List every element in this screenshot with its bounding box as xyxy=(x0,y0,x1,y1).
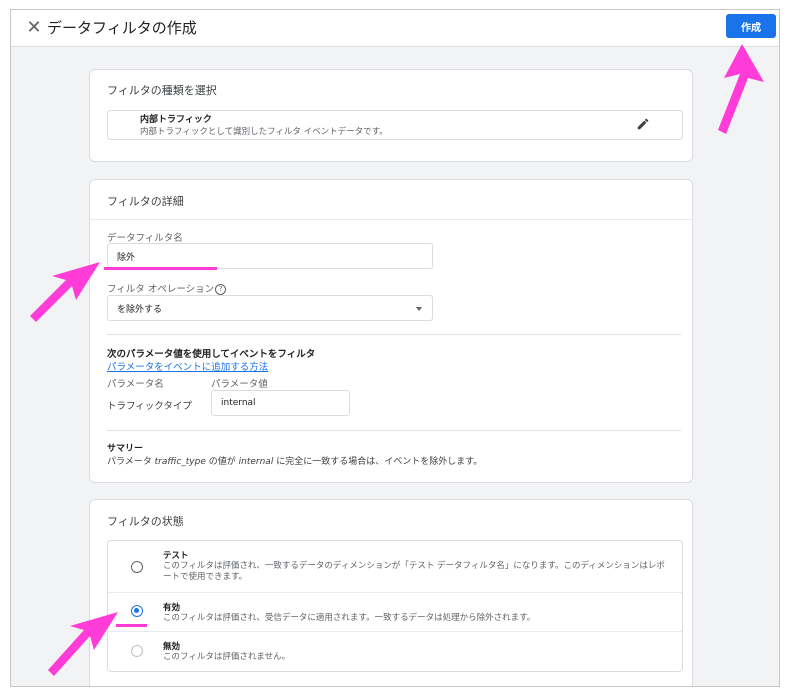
filter-operation-value: を除外する xyxy=(117,304,163,315)
filter-details-card-title: フィルタの詳細 xyxy=(107,195,184,208)
help-icon[interactable]: ? xyxy=(215,284,227,295)
status-option-title: 無効 xyxy=(163,642,181,652)
section-divider xyxy=(107,430,681,431)
filter-status-card-title: フィルタの状態 xyxy=(107,515,184,528)
summary-title: サマリー xyxy=(107,444,144,454)
params-help-link[interactable]: パラメータをイベントに追加する方法 xyxy=(107,359,268,373)
summary-mid: の値が xyxy=(205,457,239,467)
filter-name-label: データフィルタ名 xyxy=(107,233,183,244)
card-divider xyxy=(90,219,692,220)
annotation-underline xyxy=(104,267,217,270)
status-option-inactive[interactable]: 無効 このフィルタは評価されません。 xyxy=(108,632,682,671)
close-icon[interactable]: ✕ xyxy=(23,17,45,39)
section-divider xyxy=(107,334,681,335)
filter-name-input[interactable]: 除外 xyxy=(107,243,433,269)
filter-status-options: テスト このフィルタは評価され、一致するデータのディメンションが「テスト データ… xyxy=(107,540,683,672)
chevron-down-icon xyxy=(416,307,422,311)
filter-details-card: フィルタの詳細 データフィルタ名 除外 フィルタ オペレーション? を除外する … xyxy=(89,179,693,483)
summary-prefix: パラメータ xyxy=(107,457,155,467)
status-option-test[interactable]: テスト このフィルタは評価され、一致するデータのディメンションが「テスト データ… xyxy=(108,541,682,592)
param-value-input[interactable]: internal xyxy=(211,390,350,416)
status-option-desc: このフィルタは評価され、受信データに適用されます。一致するデータは処理から除外さ… xyxy=(163,613,536,623)
annotation-arrow-icon xyxy=(48,612,118,676)
filter-type-selector[interactable]: 内部トラフィック 内部トラフィックとして識別したフィルタ イベントデータです。 xyxy=(107,110,683,140)
params-heading: 次のパラメータ値を使用してイベントをフィルタ xyxy=(107,349,316,360)
summary-text: パラメータ traffic_type の値が internal に完全に一致する… xyxy=(107,454,482,467)
pencil-icon[interactable] xyxy=(636,117,650,131)
filter-operation-label-text: フィルタ オペレーション xyxy=(107,284,215,295)
filter-type-card-title: フィルタの種類を選択 xyxy=(107,84,217,97)
status-option-desc: このフィルタは評価されません。 xyxy=(163,652,291,662)
dialog-frame: ✕ データフィルタの作成 作成 フィルタの種類を選択 内部トラフィック 内部トラ… xyxy=(10,9,780,687)
param-value-header: パラメータ値 xyxy=(211,379,268,390)
summary-param: traffic_type xyxy=(154,457,206,467)
filter-type-description: 内部トラフィックとして識別したフィルタ イベントデータです。 xyxy=(140,127,388,137)
filter-operation-label: フィルタ オペレーション? xyxy=(107,281,227,295)
radio-active[interactable] xyxy=(131,605,143,617)
filter-operation-select[interactable]: を除外する xyxy=(107,295,433,321)
filter-type-card: フィルタの種類を選択 内部トラフィック 内部トラフィックとして識別したフィルタ … xyxy=(89,69,693,162)
summary-suffix: に完全に一致する場合は、イベントを除外します。 xyxy=(273,457,483,467)
create-button[interactable]: 作成 xyxy=(726,14,776,38)
top-bar: ✕ データフィルタの作成 作成 xyxy=(11,10,779,47)
param-name-header: パラメータ名 xyxy=(107,379,164,390)
radio-test[interactable] xyxy=(131,561,143,573)
status-option-title: 有効 xyxy=(163,603,181,613)
annotation-underline xyxy=(116,624,147,627)
annotation-arrow-icon xyxy=(30,262,100,322)
page-title: データフィルタの作成 xyxy=(47,19,197,37)
status-option-active[interactable]: 有効 このフィルタは評価され、受信データに適用されます。一致するデータは処理から… xyxy=(108,593,682,631)
summary-value: internal xyxy=(238,457,274,467)
filter-type-name: 内部トラフィック xyxy=(140,115,212,125)
annotation-arrow-icon xyxy=(718,44,764,134)
param-name: トラフィックタイプ xyxy=(107,401,192,412)
status-option-desc: このフィルタは評価され、一致するデータのディメンションが「テスト データフィルタ… xyxy=(163,561,665,582)
filter-status-card: フィルタの状態 テスト このフィルタは評価され、一致するデータのディメンションが… xyxy=(89,499,693,686)
status-option-title: テスト xyxy=(163,551,189,561)
radio-inactive[interactable] xyxy=(131,645,143,657)
